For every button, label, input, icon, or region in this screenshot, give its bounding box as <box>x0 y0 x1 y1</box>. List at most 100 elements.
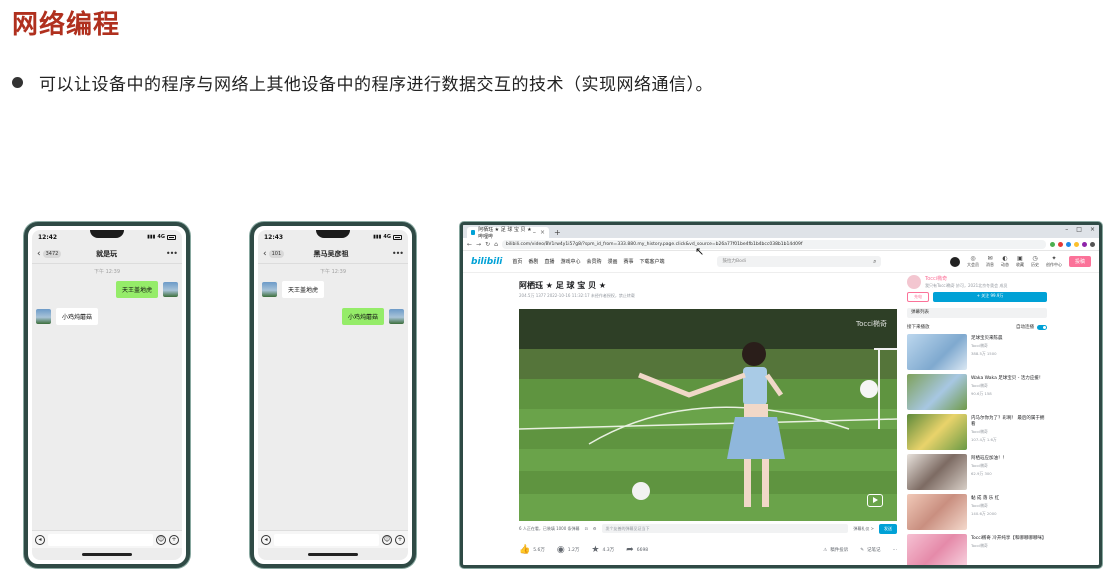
close-window-icon[interactable]: × <box>1090 226 1095 233</box>
menu-history[interactable]: ◷ 历史 <box>1031 255 1039 268</box>
uploader-avatar[interactable] <box>907 275 921 289</box>
avatar[interactable] <box>262 282 277 297</box>
message-input[interactable] <box>48 533 153 546</box>
recommended-author[interactable]: Tocci椭奇 <box>971 463 1007 469</box>
share-button[interactable]: ➦ 6698 <box>626 545 648 555</box>
report-button[interactable]: ⚠ 稿件投诉 <box>823 547 848 554</box>
recommended-title[interactable]: 黏 成 落 乐 红 <box>971 495 999 501</box>
voice-icon[interactable]: ◂ <box>35 534 45 545</box>
extension-icon[interactable] <box>1066 241 1071 247</box>
recommended-title[interactable]: Waka Waka 足球宝贝 - 活力应援！ <box>971 375 1043 381</box>
recommended-video[interactable]: Tocci椭奇 冷开纯享【和哪哪哪哪咪】 Tocci椭奇 <box>907 534 1047 565</box>
video-thumbnail[interactable] <box>907 334 967 370</box>
video-player[interactable]: Tocci椭奇 <box>519 309 897 521</box>
danmaku-input[interactable]: 发个友善的弹幕见证当下 <box>601 524 849 533</box>
back-chevron-icon[interactable]: ‹ <box>263 249 267 259</box>
recommended-title[interactable]: 足球宝贝来陈晨 <box>971 335 1003 341</box>
search-icon[interactable]: ⌕ <box>873 256 876 267</box>
video-thumbnail[interactable] <box>907 494 967 530</box>
menu-dynamic[interactable]: ◐ 动态 <box>1001 255 1009 268</box>
back-chevron-icon[interactable]: ‹ <box>37 249 41 259</box>
nav-link-live[interactable]: 直播 <box>544 258 554 265</box>
minimize-icon[interactable]: – <box>1065 226 1068 233</box>
more-icon[interactable]: ⋯ <box>893 548 898 553</box>
message-bubble-received[interactable]: 天王盖地虎 <box>282 281 325 298</box>
video-thumbnail[interactable] <box>907 414 967 450</box>
upload-button[interactable]: 投稿 <box>1068 256 1091 267</box>
uploader-name[interactable]: Tocci椭奇 <box>925 275 1007 282</box>
danmaku-toggle-icon[interactable]: ⊡ <box>585 526 588 531</box>
nav-link-manga[interactable]: 漫画 <box>607 258 617 265</box>
avatar[interactable] <box>163 282 178 297</box>
extension-icon[interactable] <box>1050 241 1055 247</box>
nav-link-esports[interactable]: 赛事 <box>624 258 634 265</box>
charge-button[interactable]: 充电 <box>907 292 929 302</box>
url-input[interactable]: bilibili.com/video/BV1rw4y1i57g8/?spm_id… <box>501 239 1046 249</box>
back-icon[interactable]: ← <box>467 241 472 248</box>
message-input[interactable] <box>274 533 379 546</box>
danmaku-settings-icon[interactable]: ⚙ <box>593 526 597 531</box>
play-icon[interactable] <box>867 494 883 507</box>
danmaku-etiquette-link[interactable]: 弹幕礼仪 > <box>853 526 874 532</box>
close-icon[interactable]: × <box>540 229 545 236</box>
reload-icon[interactable]: ↻ <box>485 241 490 248</box>
recommended-video[interactable]: 内马尔你为了？彩啊！ 最后的属于拥看 Tocci椭奇 107.4万 1.6万 <box>907 414 1047 450</box>
like-button[interactable]: 👍 5.6万 <box>519 545 545 555</box>
recommended-author[interactable]: Tocci椭奇 <box>971 503 999 509</box>
user-avatar[interactable] <box>949 256 960 267</box>
voice-icon[interactable]: ◂ <box>261 534 271 545</box>
emoji-icon[interactable]: ☺ <box>382 534 392 545</box>
plus-icon[interactable]: + <box>169 534 179 545</box>
favorite-button[interactable]: ★ 4.3万 <box>591 545 614 555</box>
browser-tab[interactable]: 阿栖珏 ★ 足 球 宝 贝 ★ _哔哩哔 × <box>467 227 549 240</box>
menu-vip[interactable]: ◎ 大会员 <box>967 255 979 268</box>
menu-favorites[interactable]: ▣ 收藏 <box>1016 255 1024 268</box>
recommended-title[interactable]: 内马尔你为了？彩啊！ 最后的属于拥看 <box>971 415 1047 427</box>
recommended-author[interactable]: Tocci椭奇 <box>971 429 1047 435</box>
recommended-author[interactable]: Tocci椭奇 <box>971 543 1046 549</box>
nav-link-shop[interactable]: 会员购 <box>586 258 601 265</box>
extension-icon[interactable] <box>1058 241 1063 247</box>
nav-link-download[interactable]: 下载客户端 <box>640 258 665 265</box>
video-thumbnail[interactable] <box>907 454 967 490</box>
video-thumbnail[interactable] <box>907 534 967 565</box>
plus-icon[interactable]: + <box>395 534 405 545</box>
home-indicator[interactable] <box>308 553 358 556</box>
recommended-video[interactable]: 黏 成 落 乐 红 Tocci椭奇 140.6万 2000 <box>907 494 1047 530</box>
notes-button[interactable]: ✎ 记笔记 <box>860 547 880 554</box>
home-icon[interactable]: ⌂ <box>494 241 498 248</box>
forward-icon[interactable]: → <box>476 241 481 248</box>
menu-creator[interactable]: ✦ 创作中心 <box>1046 255 1062 268</box>
nav-link-anime[interactable]: 番剧 <box>528 258 538 265</box>
autoplay-switch[interactable] <box>1037 324 1047 330</box>
video-thumbnail[interactable] <box>907 374 967 410</box>
coin-button[interactable]: ◉ 1.2万 <box>557 545 580 555</box>
more-icon[interactable]: ••• <box>392 249 404 258</box>
profile-icon[interactable] <box>1090 241 1095 247</box>
nav-link-home[interactable]: 首页 <box>512 258 522 265</box>
follow-button[interactable]: + 关注 99.9万 <box>933 292 1047 302</box>
danmaku-send-button[interactable]: 发送 <box>879 523 897 534</box>
avatar[interactable] <box>36 309 51 324</box>
unread-badge[interactable]: 3472 <box>42 249 62 258</box>
danmaku-list-toggle[interactable]: 弹幕列表 <box>907 308 1047 318</box>
extension-icon[interactable] <box>1074 241 1079 247</box>
more-icon[interactable]: ••• <box>166 249 178 258</box>
recommended-video[interactable]: 足球宝贝来陈晨 Tocci椭奇 388.5万 1500 <box>907 334 1047 370</box>
unread-badge[interactable]: 101 <box>268 249 285 258</box>
nav-link-games[interactable]: 游戏中心 <box>560 258 580 265</box>
site-search-input[interactable]: 鼓拉力Bodi ⌕ <box>716 256 881 267</box>
message-bubble-sent[interactable]: 天王盖地虎 <box>115 281 158 298</box>
menu-messages[interactable]: ✉ 消息 <box>986 255 994 268</box>
home-indicator[interactable] <box>82 553 132 556</box>
recommended-author[interactable]: Tocci椭奇 <box>971 383 1043 389</box>
recommended-title[interactable]: Tocci椭奇 冷开纯享【和哪哪哪哪咪】 <box>971 535 1046 541</box>
message-bubble-sent[interactable]: 小鸡炖蘑菇 <box>341 308 384 325</box>
avatar[interactable] <box>389 309 404 324</box>
recommended-title[interactable]: 阿栖珏应加油！！ <box>971 455 1007 461</box>
recommended-author[interactable]: Tocci椭奇 <box>971 343 1003 349</box>
recommended-video[interactable]: 阿栖珏应加油！！ Tocci椭奇 62.9万 300 <box>907 454 1047 490</box>
maximize-icon[interactable]: □ <box>1076 226 1082 233</box>
emoji-icon[interactable]: ☺ <box>156 534 166 545</box>
new-tab-icon[interactable]: + <box>549 227 566 238</box>
